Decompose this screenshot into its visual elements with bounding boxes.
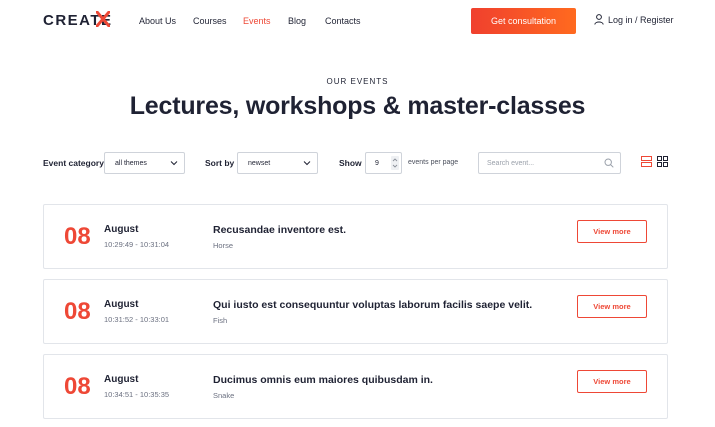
login-register-link[interactable]: Log in / Register xyxy=(594,14,674,25)
page-title: Lectures, workshops & master-classes xyxy=(129,92,586,120)
event-day: 08 xyxy=(64,223,91,250)
event-title[interactable]: Qui iusto est consequuntur voluptas labo… xyxy=(213,299,532,311)
event-time: 10:29:49 - 10:31:04 xyxy=(104,240,170,249)
login-label: Log in / Register xyxy=(608,14,674,25)
event-month: August xyxy=(104,299,139,310)
event-category: Snake xyxy=(213,391,235,400)
sort-select[interactable]: newset xyxy=(237,152,318,174)
chevron-down-icon xyxy=(170,161,178,166)
view-more-button[interactable]: View more xyxy=(577,295,647,318)
event-card: 08 August 10:31:52 - 10:33:01 Qui iusto … xyxy=(43,279,668,344)
sort-value: newset xyxy=(248,159,271,167)
event-day: 08 xyxy=(64,373,91,400)
event-title[interactable]: Ducimus omnis eum maiores quibusdam in. xyxy=(213,374,433,386)
section-eyebrow: OUR EVENTS xyxy=(326,77,389,86)
x-mark-icon xyxy=(96,11,110,27)
per-page-value: 9 xyxy=(375,159,379,167)
event-card: 08 August 10:34:51 - 10:35:35 Ducimus om… xyxy=(43,354,668,419)
nav-item-courses[interactable]: Courses xyxy=(193,16,227,26)
stepper-arrows-icon[interactable] xyxy=(391,156,399,170)
event-time: 10:34:51 - 10:35:35 xyxy=(104,390,170,399)
event-day: 08 xyxy=(64,298,91,325)
site-header: CREATE About Us Courses Events Blog Cont… xyxy=(0,0,715,42)
category-select[interactable]: all themes xyxy=(104,152,185,174)
search-placeholder: Search event... xyxy=(487,159,535,167)
user-icon xyxy=(594,14,604,25)
event-category: Fish xyxy=(213,316,228,325)
chevron-down-icon xyxy=(303,161,311,166)
view-more-button[interactable]: View more xyxy=(577,220,647,243)
nav-item-blog[interactable]: Blog xyxy=(288,16,306,26)
category-value: all themes xyxy=(115,159,147,167)
category-label: Event category xyxy=(43,158,104,168)
sort-label: Sort by xyxy=(205,158,235,168)
per-page-label: events per page xyxy=(408,159,459,166)
search-icon[interactable] xyxy=(604,158,614,168)
per-page-stepper[interactable]: 9 xyxy=(365,152,402,174)
nav-item-events[interactable]: Events xyxy=(243,16,271,26)
event-category: Horse xyxy=(213,241,234,250)
grid-view-icon[interactable] xyxy=(657,156,668,167)
event-title[interactable]: Recusandae inventore est. xyxy=(213,224,346,236)
list-view-icon[interactable] xyxy=(641,156,652,167)
event-month: August xyxy=(104,374,139,385)
get-consultation-button[interactable]: Get consultation xyxy=(471,8,576,34)
nav-item-about-us[interactable]: About Us xyxy=(139,16,176,26)
event-time: 10:31:52 - 10:33:01 xyxy=(104,315,170,324)
nav-item-contacts[interactable]: Contacts xyxy=(325,16,361,26)
search-input[interactable]: Search event... xyxy=(478,152,621,174)
event-month: August xyxy=(104,224,139,235)
event-card: 08 August 10:29:49 - 10:31:04 Recusandae… xyxy=(43,204,668,269)
view-more-button[interactable]: View more xyxy=(577,370,647,393)
show-label: Show xyxy=(339,158,362,168)
